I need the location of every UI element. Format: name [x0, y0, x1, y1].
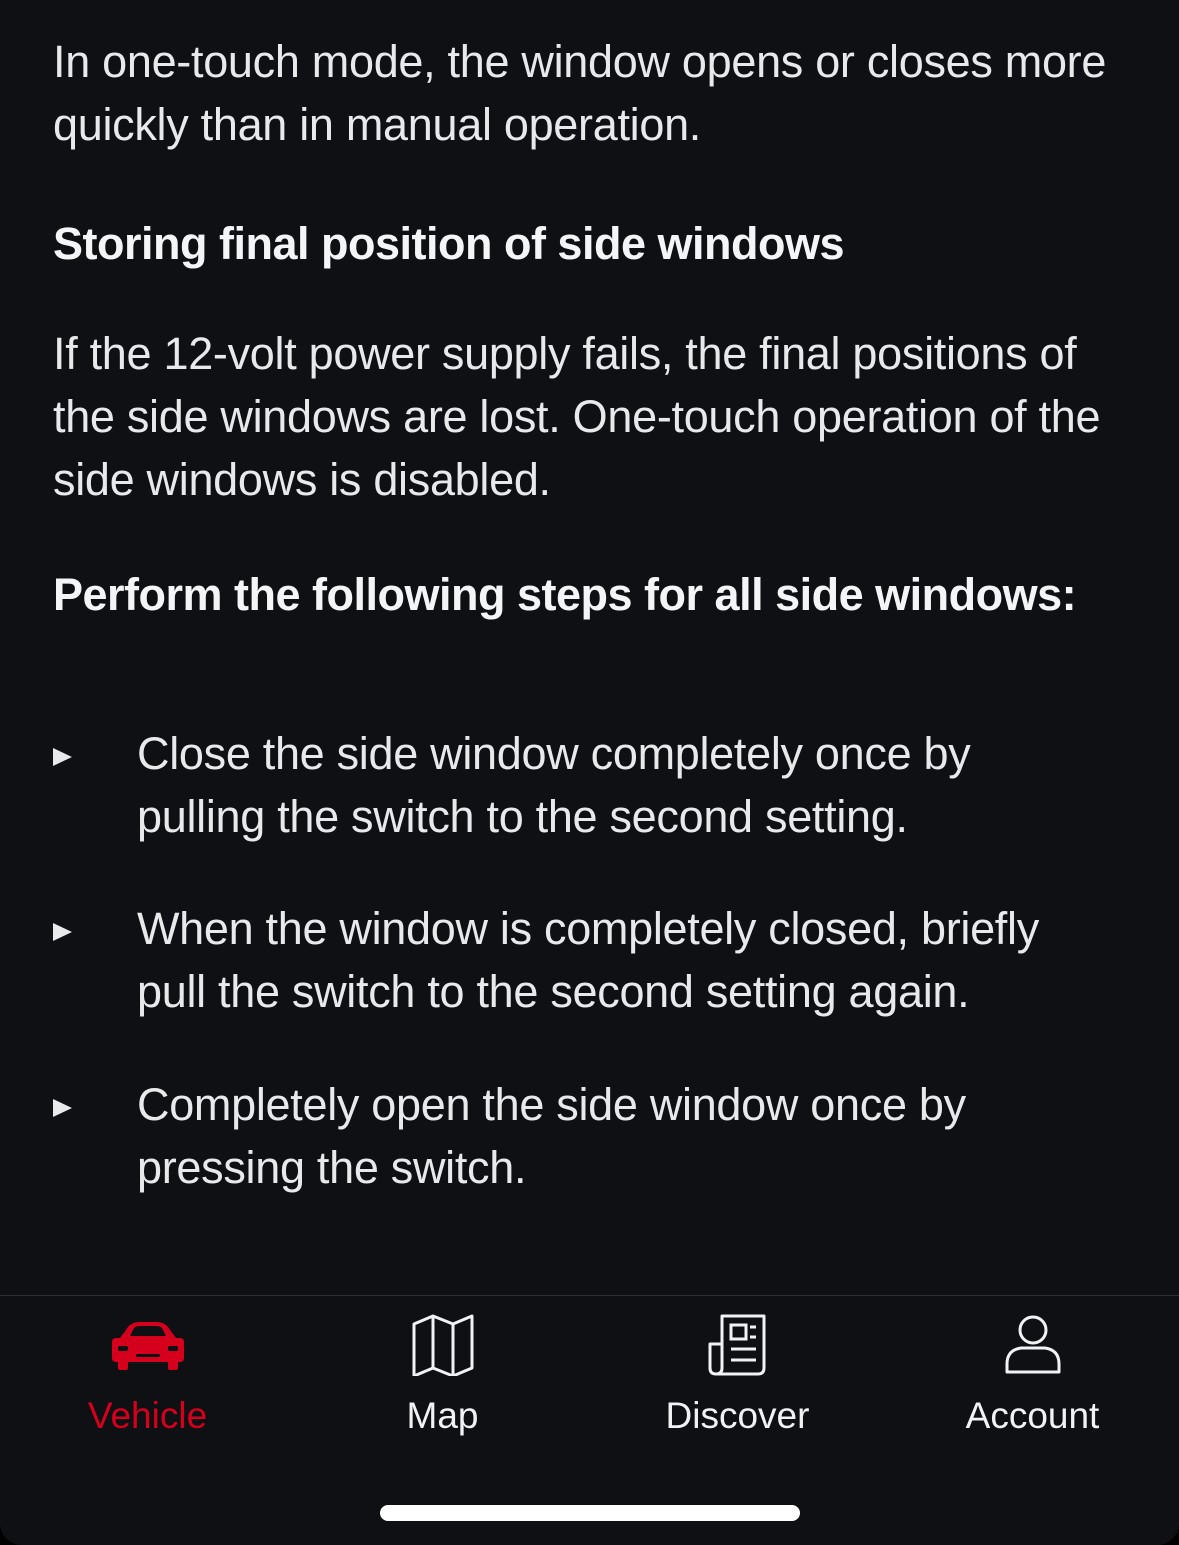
- step-text: Completely open the side window once by …: [137, 1079, 966, 1193]
- tab-label: Discover: [665, 1395, 810, 1436]
- section-paragraph: If the 12-volt power supply fails, the f…: [53, 328, 1101, 505]
- intro-paragraph: In one-touch mode, the window opens or c…: [53, 36, 1107, 150]
- steps-heading: Perform the following steps for all side…: [53, 569, 1077, 620]
- triangle-bullet-icon: [53, 748, 72, 766]
- tab-label: Account: [965, 1395, 1100, 1436]
- map-icon: [412, 1314, 473, 1376]
- app-screen: In one-touch mode, the window opens or c…: [0, 0, 1179, 1545]
- tab-label: Map: [406, 1395, 479, 1436]
- tab-account[interactable]: Account: [885, 1296, 1179, 1456]
- tab-vehicle[interactable]: Vehicle: [0, 1296, 295, 1456]
- triangle-bullet-icon: [53, 923, 72, 941]
- home-indicator[interactable]: [380, 1505, 800, 1521]
- step-text: When the window is completely closed, br…: [137, 903, 1039, 1017]
- tab-label: Vehicle: [87, 1395, 208, 1436]
- tab-discover[interactable]: Discover: [590, 1296, 885, 1456]
- person-icon: [1005, 1315, 1060, 1374]
- car-icon: [111, 1322, 184, 1370]
- tab-map[interactable]: Map: [295, 1296, 590, 1456]
- triangle-bullet-icon: [53, 1099, 72, 1117]
- section-heading: Storing final position of side windows: [53, 218, 844, 269]
- step-text: Close the side window completely once by…: [137, 728, 971, 842]
- newspaper-icon: [708, 1314, 765, 1376]
